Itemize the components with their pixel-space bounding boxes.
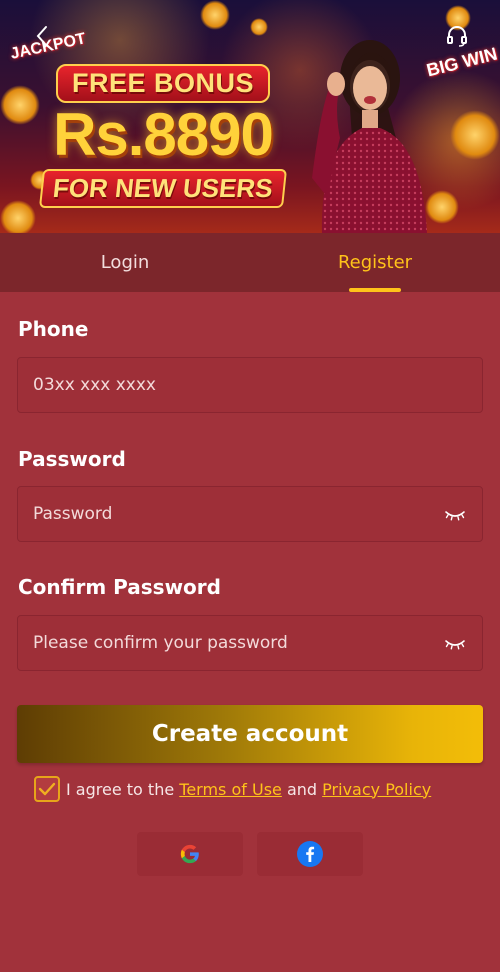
privacy-policy-link[interactable]: Privacy Policy [322, 780, 431, 799]
phone-input[interactable] [33, 375, 413, 395]
promo-new-users: FOR NEW USERS [39, 169, 287, 208]
tab-register-label: Register [337, 252, 413, 273]
back-button[interactable] [30, 22, 54, 50]
create-account-button[interactable]: Create account [17, 705, 483, 763]
facebook-login-button[interactable] [257, 832, 363, 876]
active-tab-indicator [349, 288, 401, 292]
agree-conjunction-text: and [286, 779, 318, 799]
google-icon [180, 844, 199, 864]
password-label: Password [18, 447, 126, 471]
agree-prefix-text: I agree to the [66, 779, 175, 799]
promo-model-image [312, 40, 427, 233]
facebook-icon [297, 841, 323, 867]
google-login-button[interactable] [137, 832, 243, 876]
agree-checkbox[interactable] [34, 776, 60, 802]
phone-label: Phone [18, 317, 89, 341]
chevron-left-icon [36, 26, 47, 46]
promo-free-bonus: FREE BONUS [55, 64, 271, 103]
terms-of-use-link[interactable]: Terms of Use [179, 780, 282, 799]
headset-icon [447, 26, 467, 47]
confirm-password-field [17, 615, 483, 671]
eye-closed-icon[interactable] [444, 505, 466, 523]
tab-login[interactable]: Login [0, 233, 250, 292]
password-field [17, 486, 483, 542]
check-icon [38, 782, 56, 796]
tab-register[interactable]: Register [250, 233, 500, 292]
promo-headline: FREE BONUS Rs.8890 FOR NEW USERS [38, 64, 288, 208]
phone-field [17, 357, 483, 413]
confirm-password-input[interactable] [33, 633, 413, 653]
promo-banner: JACKPOT BIG WIN FREE BONUS Rs.8890 FOR N… [0, 0, 500, 233]
tab-login-label: Login [100, 252, 150, 273]
auth-tabs: Login Register [0, 233, 500, 292]
terms-agreement: I agree to the Terms of Use and Privacy … [34, 776, 431, 802]
promo-amount: Rs.8890 [53, 101, 274, 168]
support-button[interactable] [444, 22, 470, 50]
eye-closed-icon[interactable] [444, 634, 466, 652]
confirm-password-label: Confirm Password [18, 575, 221, 599]
password-input[interactable] [33, 504, 413, 524]
